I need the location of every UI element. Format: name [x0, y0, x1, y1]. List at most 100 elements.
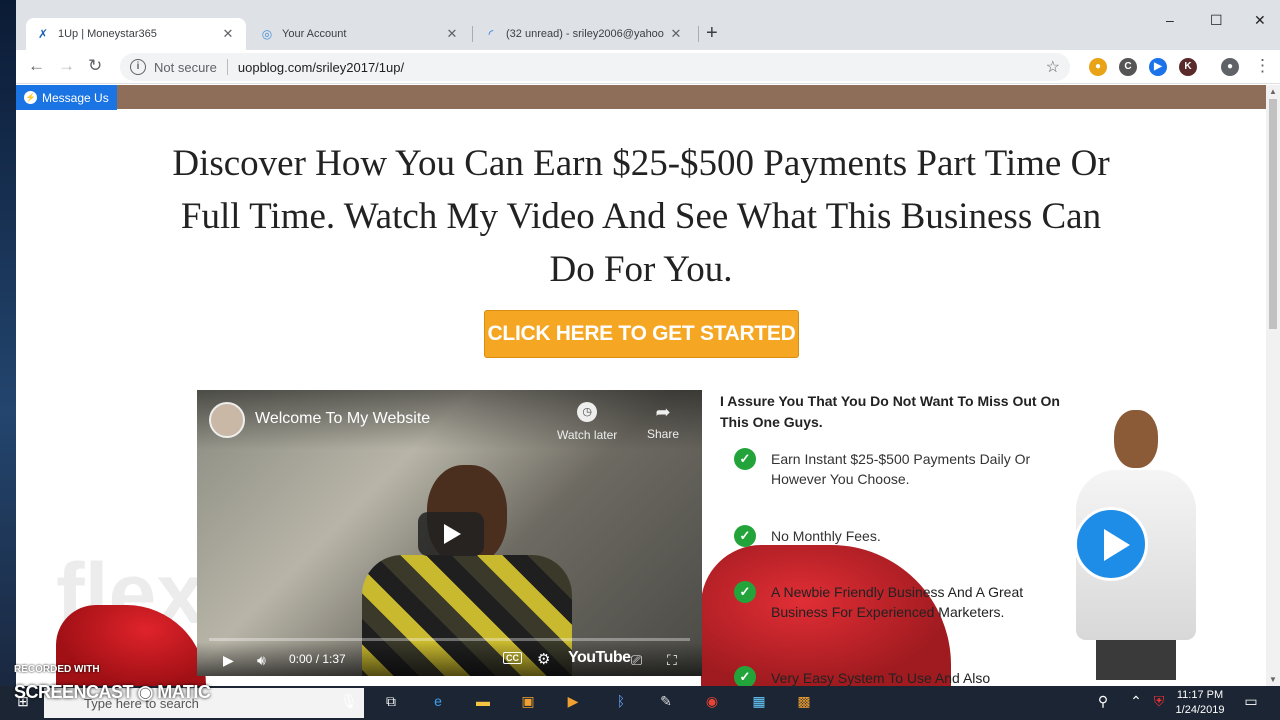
bluetooth-app-icon[interactable]: ᛒ	[610, 693, 632, 713]
task-view-icon[interactable]: ⧉	[380, 693, 402, 713]
globe-favicon-icon: ◎	[261, 27, 273, 41]
loading-spinner-icon: ◜	[488, 27, 494, 41]
profile-avatar-icon[interactable]: ●	[1221, 58, 1239, 76]
tab-close-icon[interactable]: ✕	[668, 26, 684, 42]
clock-icon: ◷	[577, 402, 598, 422]
check-icon: ✓	[734, 525, 756, 547]
tab-close-icon[interactable]: ✕	[220, 26, 236, 42]
message-us-button[interactable]: ⚡ Message Us	[16, 85, 117, 110]
video-play-button[interactable]	[418, 512, 484, 556]
tab-separator	[472, 26, 473, 42]
notification-icon[interactable]: ▭	[1240, 693, 1262, 713]
scroll-up-icon[interactable]: ▲	[1269, 87, 1277, 96]
share-label: Share	[647, 427, 680, 441]
recorder-logo: SCREENCAST ◉ MATIC	[14, 682, 211, 702]
play-icon[interactable]: ▶	[223, 652, 234, 669]
chrome-taskbar-icon[interactable]: ◉	[701, 693, 723, 713]
back-arrow-icon[interactable]: ←	[28, 56, 45, 76]
video-title[interactable]: Welcome To My Website	[255, 410, 430, 428]
captions-button[interactable]: CC	[503, 652, 522, 664]
media-app-icon[interactable]: ▶	[562, 693, 584, 713]
desktop-background-left	[0, 0, 16, 686]
circle-extension-icon[interactable]: C	[1119, 58, 1137, 76]
presenter-head	[1114, 410, 1158, 468]
check-icon: ✓	[734, 666, 756, 686]
browser-toolbar: ← → ↻ i Not secure uopblog.com/sriley201…	[16, 50, 1280, 84]
bookmark-star-icon[interactable]: ☆	[1046, 57, 1060, 77]
message-us-label: Message Us	[42, 90, 109, 105]
tray-chevron-icon[interactable]: ⌃	[1125, 693, 1147, 713]
youtube-video-player[interactable]: Welcome To My Website ◷ Watch later ➦ Sh…	[197, 390, 702, 676]
taskbar-clock[interactable]: 11:17 PM 1/24/2019	[1168, 688, 1232, 718]
watch-later-label: Watch later	[557, 428, 618, 442]
tab-strip: ✗ 1Up | Moneystar365 ✕ ◎ Your Account ✕ …	[16, 0, 1280, 50]
tab-separator	[698, 26, 699, 42]
browser-window: ✗ 1Up | Moneystar365 ✕ ◎ Your Account ✕ …	[16, 0, 1280, 686]
tab-yahoo-mail[interactable]: ◜ (32 unread) - sriley2006@yahoo ✕	[474, 18, 694, 50]
maximize-button[interactable]: ☐	[1210, 12, 1223, 29]
menu-kebab-icon[interactable]: ⋮	[1254, 56, 1271, 76]
new-tab-button[interactable]: +	[706, 22, 718, 45]
k-extension-icon[interactable]: K	[1179, 58, 1197, 76]
feature-item: Very Easy System To Use And Also	[771, 670, 991, 686]
youtube-logo[interactable]: YouTube	[568, 649, 631, 667]
x-favicon-icon: ✗	[37, 27, 49, 41]
edge-browser-icon[interactable]: e	[427, 693, 449, 713]
info-icon[interactable]: i	[130, 59, 146, 75]
minimize-button[interactable]: –	[1166, 12, 1174, 28]
ribbon-extension-icon[interactable]: ●	[1089, 58, 1107, 76]
get-started-button[interactable]: CLICK HERE TO GET STARTED	[484, 310, 799, 358]
url-text[interactable]: uopblog.com/sriley2017/1up/	[238, 60, 404, 75]
scrollbar-thumb[interactable]	[1269, 99, 1277, 329]
people-icon[interactable]: ⚲	[1092, 693, 1114, 713]
video-time: 0:00 / 1:37	[289, 652, 346, 666]
presenter-legs	[1096, 640, 1176, 680]
recorder-label-small: RECORDED WITH	[14, 664, 100, 675]
tab-moneystar[interactable]: ✗ 1Up | Moneystar365 ✕	[26, 18, 246, 50]
fullscreen-icon[interactable]: ⛶	[667, 652, 677, 669]
security-label: Not secure	[154, 59, 217, 75]
video-progress-bar[interactable]	[209, 638, 690, 641]
microphone-icon[interactable]: 🎙︎	[338, 693, 360, 713]
messenger-icon: ⚡	[24, 91, 37, 104]
top-color-bar	[16, 85, 1266, 109]
feature-item: No Monthly Fees.	[771, 528, 881, 544]
tab-your-account[interactable]: ◎ Your Account ✕	[250, 18, 470, 50]
file-explorer-icon[interactable]: ▬	[472, 693, 494, 713]
video-controls: ▶ 🔊︎ 0:00 / 1:37 CC ⚙ YouTube ⎚ ⛶	[197, 642, 702, 676]
clock-date: 1/24/2019	[1175, 704, 1225, 716]
omnibox-divider	[226, 59, 228, 75]
presenter-play-button[interactable]	[1074, 507, 1148, 581]
screencast-app-icon[interactable]: ▩	[793, 693, 815, 713]
volume-icon[interactable]: 🔊︎	[257, 652, 266, 669]
scroll-down-icon[interactable]: ▼	[1269, 675, 1277, 684]
feature-item: A Newbie Friendly Business And A Great B…	[771, 584, 1024, 620]
watch-later-button[interactable]: ◷ Watch later	[557, 402, 617, 442]
check-icon: ✓	[734, 448, 756, 470]
page-viewport: ⚡ Message Us flex Discover How You Can E…	[16, 85, 1266, 686]
assurance-heading: I Assure You That You Do Not Want To Mis…	[720, 393, 1060, 430]
reload-icon[interactable]: ↻	[88, 56, 102, 76]
play-extension-icon[interactable]: ▶	[1149, 58, 1167, 76]
tab-title: Your Account	[282, 28, 347, 40]
clock-time: 11:17 PM	[1176, 689, 1224, 701]
share-button[interactable]: ➦ Share	[647, 402, 679, 441]
forward-arrow-icon[interactable]: →	[58, 56, 75, 76]
close-window-button[interactable]: ✕	[1254, 12, 1266, 29]
check-icon: ✓	[734, 581, 756, 603]
cast-icon[interactable]: ⎚	[631, 652, 642, 669]
pen-app-icon[interactable]: ✎	[655, 693, 677, 713]
settings-gear-icon[interactable]: ⚙	[537, 650, 550, 668]
page-headline: Discover How You Can Earn $25-$500 Payme…	[172, 143, 1110, 290]
store-app-icon[interactable]: ▣	[517, 693, 539, 713]
feature-item: Earn Instant $25-$500 Payments Daily Or …	[771, 451, 1031, 487]
channel-avatar[interactable]	[209, 402, 245, 438]
tab-title: (32 unread) - sriley2006@yahoo	[506, 28, 664, 40]
page-scrollbar[interactable]: ▲ ▼	[1266, 85, 1280, 686]
camera-app-icon[interactable]: ▦	[748, 693, 770, 713]
share-arrow-icon: ➦	[655, 402, 671, 422]
antivirus-shield-icon[interactable]: ⛨	[1148, 693, 1170, 713]
address-bar[interactable]: i Not secure uopblog.com/sriley2017/1up/…	[120, 53, 1070, 81]
tab-title: 1Up | Moneystar365	[58, 28, 157, 40]
tab-close-icon[interactable]: ✕	[444, 26, 460, 42]
